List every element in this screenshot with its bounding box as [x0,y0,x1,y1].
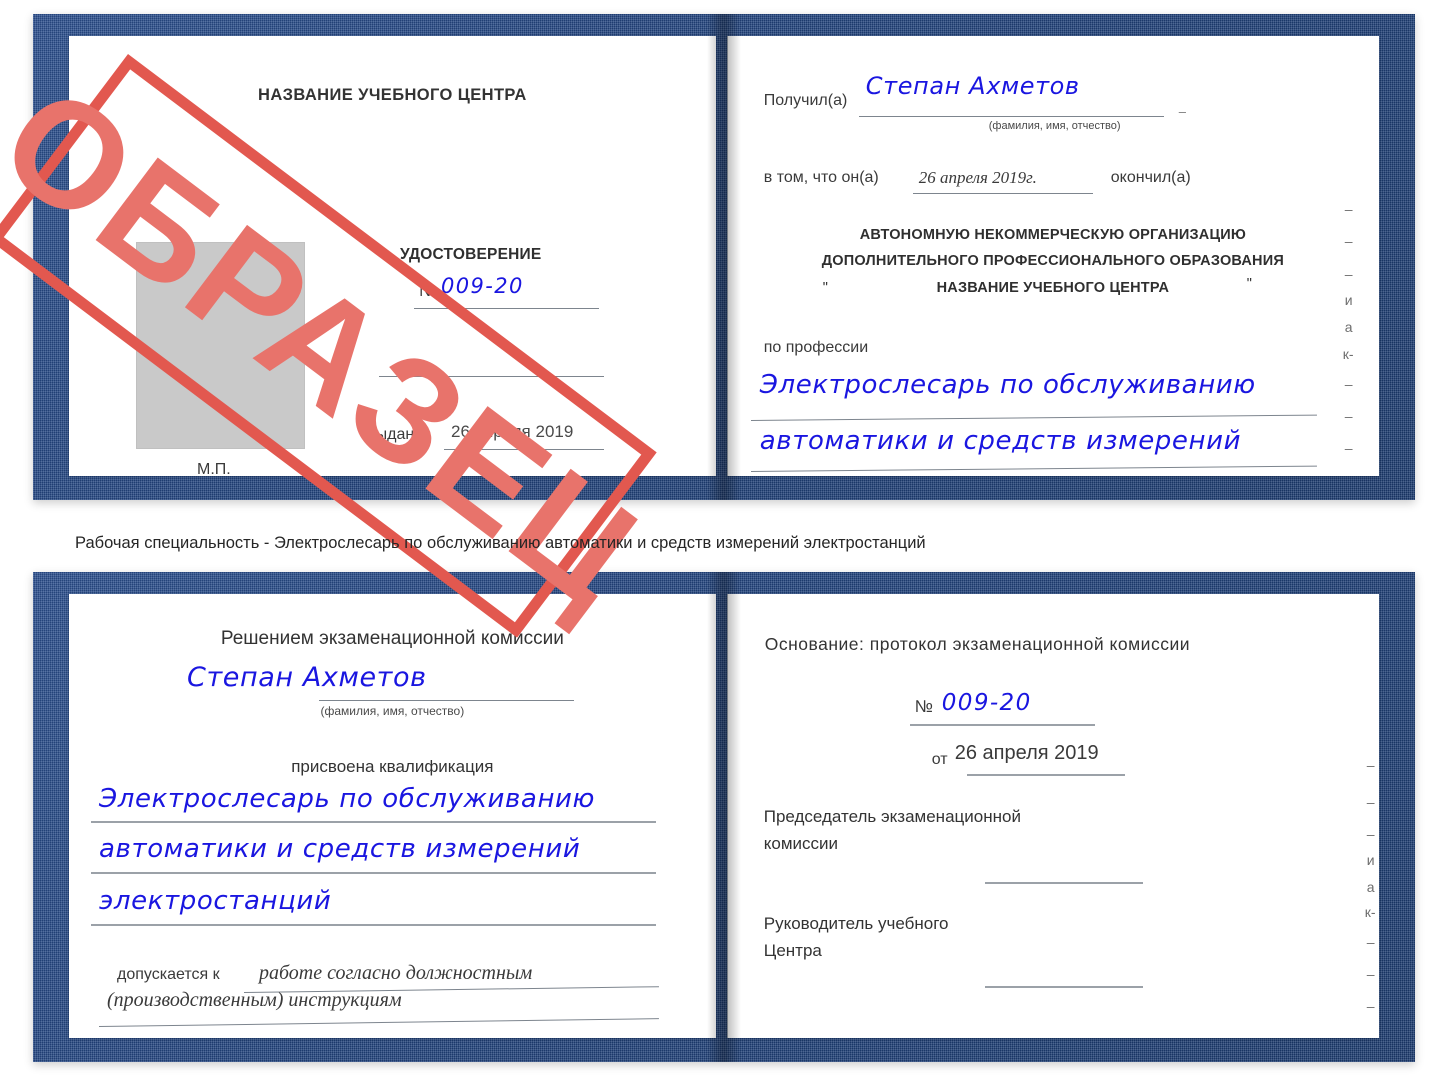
edge-mark: – [1178,104,1186,119]
qualification-rule-2 [91,872,656,874]
issued-rule [444,449,604,450]
edge-ghost-mark: – [1344,233,1353,249]
qualification-line-2: автоматики и средств измерений [99,834,581,864]
edge-ghost-mark: – [1344,376,1353,392]
image-caption: Рабочая специальность - Электрослесарь п… [75,534,926,552]
front-right-page: Получил(а) Степан Ахметов (фамилия, имя,… [726,36,1379,476]
gutter-divider [726,36,728,476]
protocol-number-rule [909,724,1095,726]
edge-ghost-mark: – [1366,1030,1375,1038]
back-left-page: Решением экзаменационной комиссии Степан… [69,594,716,1038]
profession-rule-1 [750,414,1317,421]
edge-ghost-mark: – [1366,794,1375,810]
edge-ghost-mark: – [1366,934,1375,950]
org-quote-open: " [822,280,829,296]
org-line-2: ДОПОЛНИТЕЛЬНОГО ПРОФЕССИОНАЛЬНОГО ОБРАЗО… [821,253,1284,269]
edge-ghost-mark: – [1366,826,1375,842]
qualification-rule-1 [91,821,656,823]
chairman-signature-rule [984,882,1143,884]
profession-line-1: Электрослесарь по обслуживанию [759,370,1256,400]
commission-title: Решением экзаменационной комиссии [220,628,564,649]
completion-date: 26 апреля 2019г. [918,168,1037,187]
head-signature-rule [984,986,1143,988]
edge-ghost-mark: а [1344,319,1353,335]
issued-date: 26 апреля 2019 [451,422,574,441]
protocol-date-rule [966,774,1125,776]
certificate-front-cover: НАЗВАНИЕ УЧЕБНОГО ЦЕНТРА УДОСТОВЕРЕНИЕ №… [0,14,1415,639]
admitted-line-1: работе согласно должностным [259,962,533,984]
basis-label: Основание: протокол экзаменационной коми… [764,634,1190,654]
edge-ghost-mark: – [1366,966,1375,982]
qualification-line-1: Электрослесарь по обслуживанию [99,784,596,814]
seal-label: М.П. [197,461,231,476]
profession-label: по профессии [763,339,869,356]
org-title: НАЗВАНИЕ УЧЕБНОГО ЦЕНТРА [258,86,527,104]
name-hint: (фамилия, имя, отчество) [988,120,1121,132]
gutter-divider [726,594,728,1038]
received-label: Получил(а) [763,92,848,109]
org-quote-close: " [1246,276,1253,292]
edge-ghost-mark: – [1345,472,1353,476]
blank-rule-1 [379,376,604,377]
qualification-label: присвоена квалификация [291,757,494,776]
protocol-number-label: № [914,697,933,716]
back-name-hint: (фамилия, имя, отчество) [320,704,465,718]
name-rule [858,116,1164,117]
edge-ghost-mark: а [1366,879,1375,895]
qualification-line-3: электростанций [99,886,332,916]
edge-ghost-mark: и [1344,292,1353,308]
org-line-1: АВТОНОМНУЮ НЕКОММЕРЧЕСКУЮ ОРГАНИЗАЦИЮ [859,227,1247,243]
back-recipient-name: Степан Ахметов [187,662,427,693]
certificate-back-cover: Решением экзаменационной комиссии Степан… [33,572,1415,1062]
edge-ghost-mark: – [1344,408,1353,424]
edge-ghost-mark: – [1366,757,1375,773]
edge-ghost-mark: – [1366,998,1375,1014]
admitted-rule-2 [98,1018,659,1027]
chairman-line-1: Председатель экзаменационной [763,807,1021,826]
front-left-page: НАЗВАНИЕ УЧЕБНОГО ЦЕНТРА УДОСТОВЕРЕНИЕ №… [69,36,716,476]
edge-ghost-mark: – [1344,440,1353,456]
profession-rule-2 [750,465,1317,472]
back-name-rule [319,700,574,701]
completion-date-rule [912,193,1093,194]
edge-ghost-mark: – [1344,266,1353,282]
back-right-page: Основание: протокол экзаменационной коми… [726,594,1379,1038]
issued-label: Выдано [365,426,424,443]
edge-ghost-mark: к- [1364,904,1376,920]
edge-ghost-mark: к- [1342,346,1354,362]
head-line-2: Центра [763,941,822,960]
certificate-number: 009-20 [441,274,524,298]
admitted-line-2: (производственным) инструкциям [107,989,402,1011]
number-label: № [419,281,438,300]
edge-ghost-mark: – [1344,201,1353,217]
protocol-date: 26 апреля 2019 [954,742,1099,764]
admitted-label: допускается к [117,966,220,983]
number-rule [414,308,599,309]
org-line-3: НАЗВАНИЕ УЧЕБНОГО ЦЕНТРА [936,280,1170,296]
edge-ghost-mark: и [1366,852,1375,868]
protocol-number: 009-20 [941,690,1032,716]
profession-line-2: автоматики и средств измерений [759,426,1242,456]
that-he-label: в том, что он(а) [763,169,879,186]
head-line-1: Руководитель учебного [763,914,949,933]
doc-type-title: УДОСТОВЕРЕНИЕ [400,246,542,263]
photo-placeholder [136,242,305,449]
finished-label: окончил(а) [1110,169,1191,186]
qualification-rule-3 [91,924,656,926]
protocol-date-label: от [931,751,948,768]
recipient-name: Степан Ахметов [865,72,1080,100]
chairman-line-2: комиссии [763,834,839,853]
